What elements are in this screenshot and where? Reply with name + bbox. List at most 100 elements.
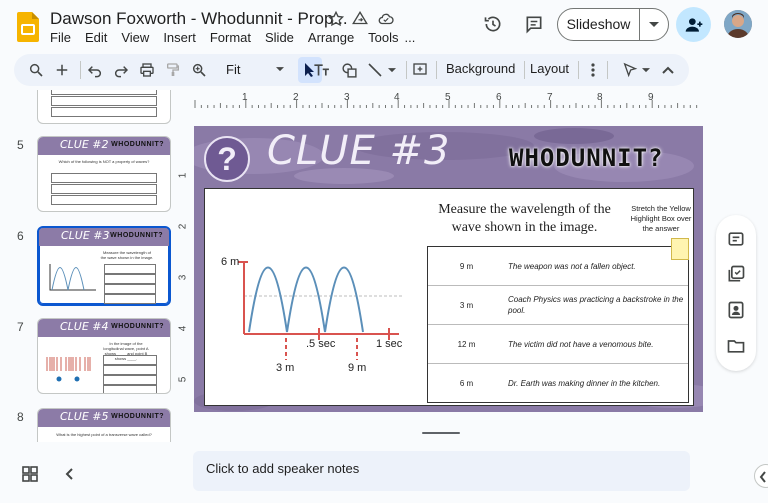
avatar-image — [724, 10, 752, 38]
slideshow-dropdown[interactable] — [640, 21, 668, 28]
slideshow-label[interactable]: Slideshow — [558, 9, 640, 40]
main-toolbar: Fit Background Layout — [14, 54, 689, 86]
table-row[interactable]: 9 m The weapon was not a fallen object. — [428, 247, 688, 286]
answer-value: 12 m — [457, 339, 476, 349]
menu-edit[interactable]: Edit — [85, 30, 107, 45]
menu-format[interactable]: Format — [210, 30, 251, 45]
cloud-saved-icon[interactable] — [377, 10, 395, 28]
edit-mode-dropdown[interactable] — [640, 60, 652, 80]
slides-logo-icon[interactable] — [17, 12, 39, 42]
line-dropdown[interactable] — [386, 60, 398, 80]
move-to-folder-icon[interactable] — [351, 10, 369, 28]
thumb-row — [103, 385, 157, 393]
thumb-badge: WHODUNNIT? — [110, 232, 163, 239]
chevron-up-icon — [662, 66, 674, 74]
ruler-label: 3 — [344, 92, 350, 103]
insert-comment-button[interactable] — [410, 60, 430, 80]
slide-thumbnail-4[interactable] — [37, 90, 171, 124]
thumb-row — [104, 264, 156, 274]
graph-mark-a: 3 m — [276, 362, 295, 374]
thumb-badge: WHODUNNIT? — [111, 141, 164, 148]
slide-number: 6 — [17, 229, 24, 243]
undo-button[interactable] — [85, 60, 105, 80]
zoom-select[interactable]: Fit — [226, 58, 288, 82]
slide-canvas[interactable]: ? CLUE #3 WHODUNNIT? 6 m .5 sec 1 sec 3 … — [194, 126, 703, 412]
star-icon[interactable] — [327, 10, 345, 28]
thumb-heading: Measure the wavelength of the wave shown… — [100, 250, 154, 260]
line-icon — [368, 63, 382, 77]
menu-more[interactable]: ... — [405, 30, 416, 45]
document-title[interactable]: Dawson Foxworth - Whodunnit - Prop... — [50, 9, 348, 29]
speaker-notes-field[interactable]: Click to add speaker notes — [193, 451, 690, 491]
line-button[interactable] — [365, 60, 385, 80]
version-history-icon[interactable] — [483, 14, 503, 34]
thumb-wave-graph — [49, 264, 96, 291]
paint-format-button[interactable] — [163, 60, 183, 80]
answer-table[interactable]: 9 m The weapon was not a fallen object. … — [427, 246, 689, 403]
menu-tools[interactable]: Tools — [368, 30, 398, 45]
slide-thumbnail-6[interactable]: CLUE #3 WHODUNNIT? Measure the wavelengt… — [37, 226, 171, 306]
menu-view[interactable]: View — [121, 30, 149, 45]
new-slide-button[interactable] — [52, 60, 72, 80]
notes-resize-handle[interactable] — [422, 432, 460, 434]
ruler-label: 1 — [177, 172, 189, 179]
thumb-row — [104, 294, 156, 304]
menu-arrange[interactable]: Arrange — [308, 30, 354, 45]
comments-icon[interactable] — [524, 14, 544, 34]
menu-file[interactable]: File — [50, 30, 71, 45]
instruction-note[interactable]: Stretch the Yellow Highlight Box over th… — [630, 204, 692, 234]
ruler-label: 5 — [445, 92, 451, 103]
undo-icon — [87, 66, 101, 78]
keep-notes-icon[interactable] — [726, 229, 746, 249]
tasks-icon[interactable] — [726, 264, 746, 284]
slideshow-button[interactable]: Slideshow — [557, 8, 669, 41]
slide-filmstrip[interactable]: 5 CLUE #2 WHODUNNIT? Which of the follow… — [0, 90, 185, 442]
share-button[interactable] — [676, 7, 711, 42]
whodunnit-badge[interactable]: WHODUNNIT? — [509, 144, 664, 172]
ruler-label: 6 — [496, 92, 502, 103]
text-box-button[interactable] — [312, 60, 332, 80]
contacts-icon[interactable] — [726, 300, 746, 320]
thumb-row — [104, 274, 156, 284]
wave-graph[interactable] — [214, 248, 414, 378]
vertical-ruler[interactable]: 1 2 3 4 5 — [176, 125, 192, 415]
slide-thumbnail-8[interactable]: CLUE #5 WHODUNNIT? What is the highest p… — [37, 408, 171, 442]
thumb-row — [51, 195, 157, 205]
menu-slide[interactable]: Slide — [265, 30, 294, 45]
table-row[interactable]: 3 m Coach Physics was practicing a backs… — [428, 286, 688, 325]
question-mark-icon[interactable]: ? — [204, 136, 250, 182]
folder-icon[interactable] — [726, 336, 746, 356]
zoom-button[interactable] — [189, 60, 209, 80]
chevron-left-icon[interactable] — [62, 466, 78, 482]
slide-question[interactable]: Measure the wavelength of the wave shown… — [422, 201, 627, 237]
edit-mode-button[interactable] — [620, 60, 640, 80]
layout-button[interactable]: Layout — [530, 61, 569, 76]
redo-button[interactable] — [111, 60, 131, 80]
user-avatar[interactable] — [724, 10, 752, 38]
thumb-row — [51, 173, 157, 183]
side-panel — [716, 215, 756, 371]
ruler-label: 2 — [293, 92, 299, 103]
toolbar-divider — [607, 61, 608, 79]
shape-button[interactable] — [339, 60, 359, 80]
thumb-row — [103, 375, 157, 385]
grid-view-icon[interactable] — [22, 466, 38, 482]
print-button[interactable] — [137, 60, 157, 80]
search-menus-button[interactable] — [26, 60, 46, 80]
background-button[interactable]: Background — [446, 61, 515, 76]
thumb-badge: WHODUNNIT? — [111, 323, 164, 330]
graph-tick-half: .5 sec — [306, 338, 336, 350]
table-row[interactable]: 6 m Dr. Earth was making dinner in the k… — [428, 364, 688, 403]
table-row[interactable]: 12 m The victim did not have a venomous … — [428, 325, 688, 364]
yellow-highlight-box[interactable] — [671, 238, 689, 260]
answer-text: Dr. Earth was making dinner in the kitch… — [508, 379, 661, 388]
thumb-clue-title: CLUE #5 — [60, 410, 109, 423]
hide-menus-button[interactable] — [658, 60, 678, 80]
menu-insert[interactable]: Insert — [163, 30, 196, 45]
slide-thumbnail-5[interactable]: CLUE #2 WHODUNNIT? Which of the followin… — [37, 136, 171, 212]
clue-title[interactable]: CLUE #3 — [267, 128, 450, 174]
print-icon — [140, 63, 154, 77]
show-side-panel-button[interactable] — [754, 464, 768, 488]
more-options-button[interactable] — [583, 60, 603, 80]
slide-thumbnail-7[interactable]: CLUE #4 WHODUNNIT? In the image of the l… — [37, 318, 171, 394]
